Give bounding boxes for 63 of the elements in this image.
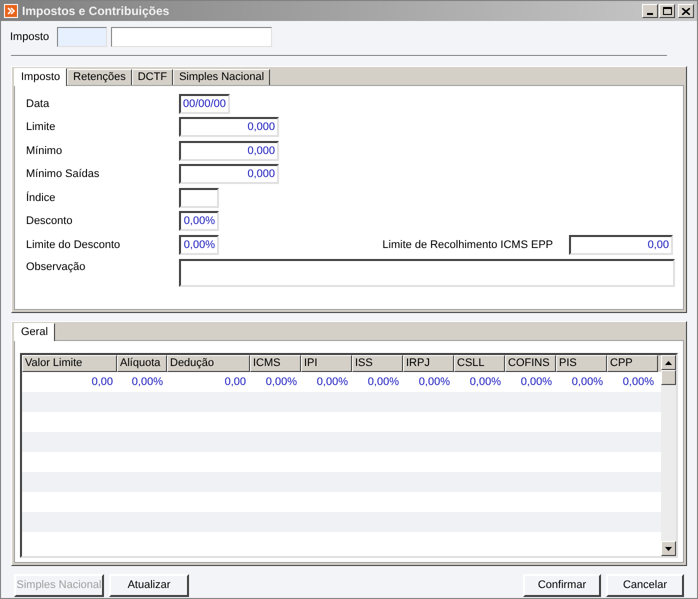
field-label: Data bbox=[26, 96, 50, 112]
table-cell-text: 0,00% bbox=[316, 374, 349, 390]
table-cell-text: 0,00% bbox=[130, 374, 164, 390]
field-label: Imposto bbox=[10, 30, 50, 45]
close-icon bbox=[682, 8, 690, 14]
column-header[interactable]: IRPJ bbox=[403, 355, 454, 372]
table-cell-text: 0,00% bbox=[570, 374, 604, 390]
input-field[interactable]: 00/00/00 bbox=[179, 94, 230, 114]
down-arrow-icon bbox=[665, 546, 672, 550]
table-cell-text: 0,00 bbox=[224, 374, 247, 390]
code-field[interactable] bbox=[57, 27, 108, 47]
table-cell-text: 0,00% bbox=[468, 374, 502, 390]
field-label: Limite bbox=[26, 120, 56, 135]
table-cell-text: 0,00% bbox=[418, 374, 451, 390]
column-header[interactable]: CPP bbox=[607, 355, 658, 372]
column-header[interactable]: Valor Limite bbox=[22, 355, 117, 372]
maximize-button[interactable] bbox=[659, 4, 675, 18]
column-header[interactable]: CSLL bbox=[454, 355, 505, 372]
field-label: Limite de Recolhimento ICMS EPP bbox=[382, 238, 553, 252]
table-cell-text: 0,00% bbox=[520, 374, 553, 390]
button[interactable]: Atualizar bbox=[109, 574, 189, 597]
field-label: Limite do Desconto bbox=[26, 238, 122, 252]
tab[interactable]: DCTF bbox=[132, 69, 174, 85]
scroll-up-button[interactable] bbox=[661, 355, 676, 370]
button[interactable]: Cancelar bbox=[606, 574, 684, 597]
input-field[interactable]: 0,000 bbox=[179, 117, 279, 138]
column-header[interactable]: ISS bbox=[352, 355, 403, 372]
tab[interactable]: Simples Nacional bbox=[173, 69, 270, 85]
close-button[interactable] bbox=[678, 4, 694, 18]
column-header[interactable]: Dedução bbox=[167, 355, 250, 372]
tab[interactable]: Geral bbox=[14, 323, 55, 341]
tab[interactable]: Imposto bbox=[14, 68, 68, 86]
field-label: Mínimo bbox=[26, 144, 64, 158]
column-header[interactable]: PIS bbox=[556, 355, 607, 372]
column-header[interactable]: ICMS bbox=[250, 355, 301, 372]
scroll-down-button[interactable] bbox=[661, 541, 676, 556]
name-field[interactable] bbox=[111, 27, 272, 47]
table-cell-text: 0,00 bbox=[90, 374, 114, 390]
tab[interactable]: Retenções bbox=[67, 69, 132, 85]
input-field[interactable]: 0,000 bbox=[179, 140, 279, 161]
minimize-button[interactable] bbox=[642, 4, 658, 18]
table-cell-text: 0,00% bbox=[622, 374, 655, 390]
table-cell-text: 0,00% bbox=[264, 374, 298, 390]
window-title: Impostos e Contribuições bbox=[22, 3, 170, 20]
text-area[interactable] bbox=[179, 258, 675, 286]
up-arrow-icon bbox=[665, 360, 672, 364]
input-field[interactable]: 0,000 bbox=[179, 164, 279, 184]
column-header[interactable]: Alíquota bbox=[117, 355, 167, 372]
app-icon bbox=[4, 4, 18, 18]
input-field[interactable]: 0,00% bbox=[179, 234, 219, 255]
scroll-thumb[interactable] bbox=[661, 370, 676, 385]
column-header[interactable]: IPI bbox=[301, 355, 352, 372]
input-field[interactable]: 0,00% bbox=[179, 211, 219, 232]
field-label: Observação bbox=[26, 260, 86, 274]
input-field[interactable] bbox=[179, 188, 219, 208]
field-label: Mínimo Saídas bbox=[26, 167, 100, 182]
field-label: Índice bbox=[26, 190, 56, 206]
button[interactable]: Confirmar bbox=[523, 574, 601, 597]
scrollbar[interactable] bbox=[661, 355, 676, 556]
input-field[interactable]: 0,00 bbox=[569, 234, 673, 255]
table-cell-text: 0,00% bbox=[366, 374, 400, 390]
column-header[interactable]: COFINS bbox=[505, 355, 556, 372]
field-label: Desconto bbox=[26, 214, 74, 229]
